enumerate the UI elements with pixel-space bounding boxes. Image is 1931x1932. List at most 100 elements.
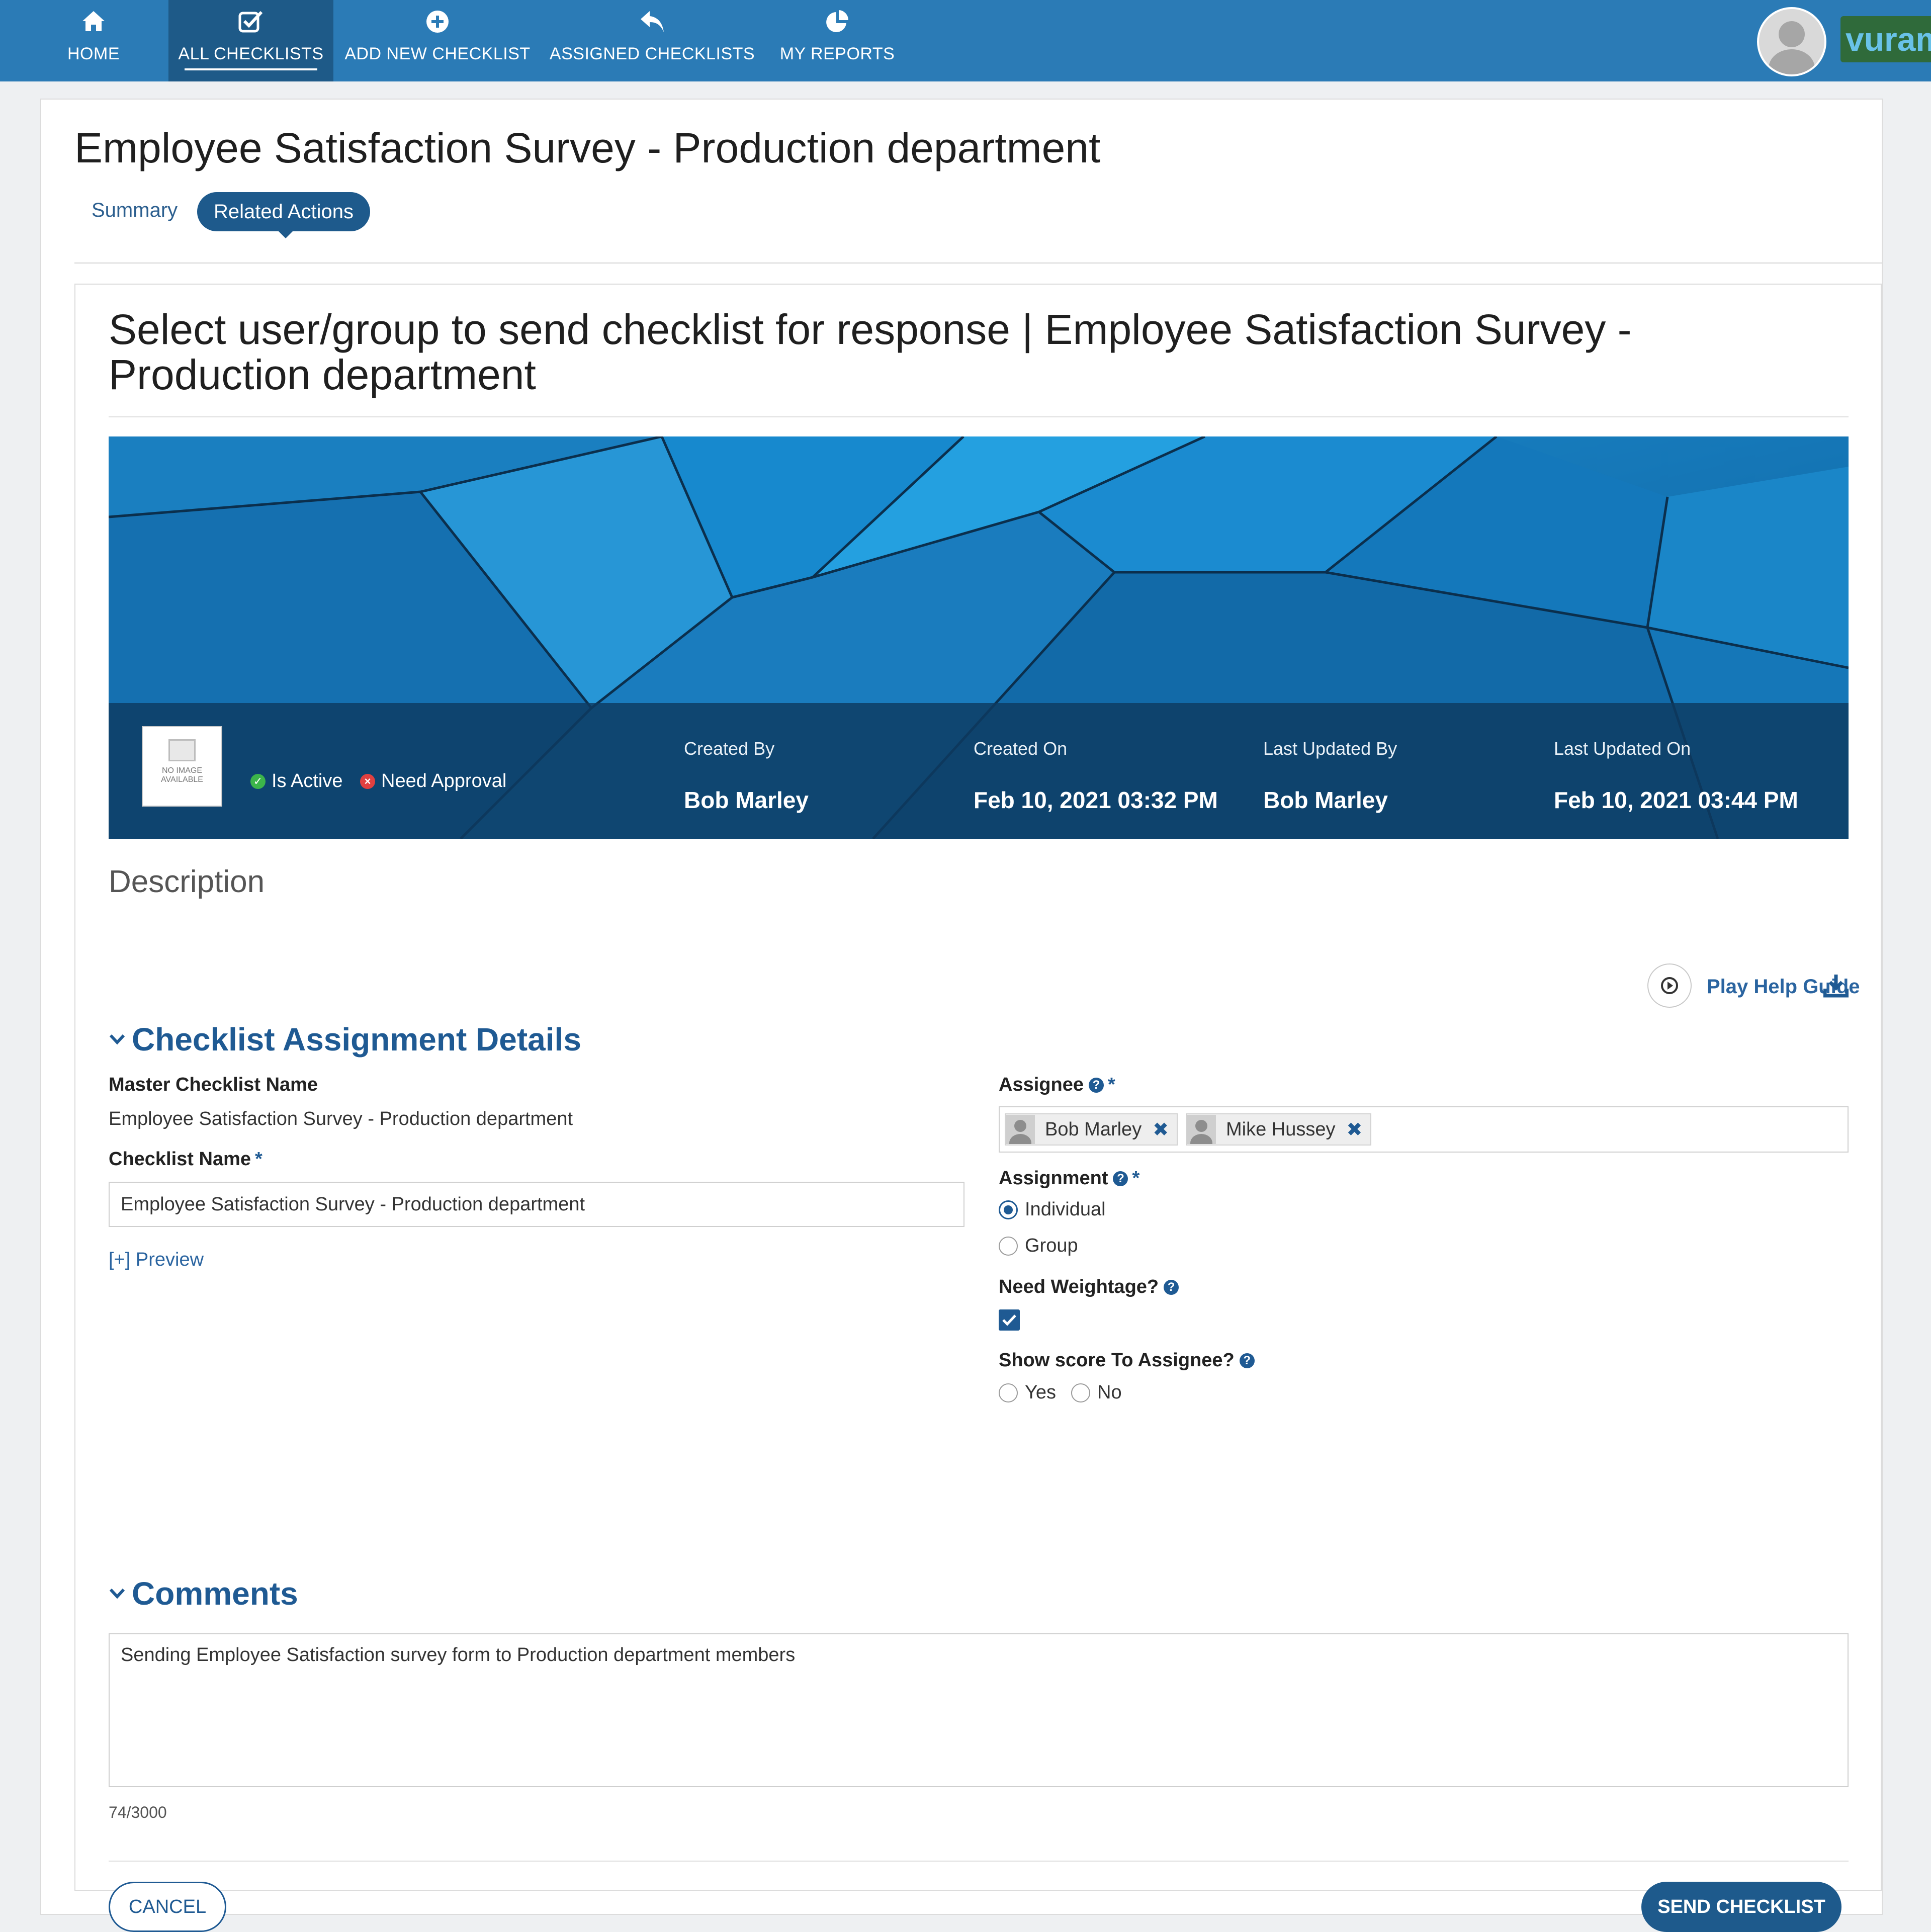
nav-assigned-checklists[interactable]: ASSIGNED CHECKLISTS (548, 0, 756, 81)
play-icon (1661, 977, 1678, 994)
top-navigation-bar: HOME ALL CHECKLISTS ADD NEW CHECKLIST AS… (0, 0, 1931, 81)
created-by-label: Created By (684, 738, 775, 759)
active-tab-notch (279, 231, 293, 238)
help-icon[interactable]: ? (1113, 1171, 1128, 1186)
divider (74, 262, 1882, 264)
comments-section-title: Comments (132, 1575, 298, 1612)
is-active-label: Is Active (272, 770, 343, 792)
download-icon[interactable] (1823, 974, 1849, 1000)
is-active-status: ✓ Is Active (250, 770, 343, 792)
character-counter: 74/3000 (109, 1803, 167, 1821)
divider (109, 416, 1849, 417)
panel-title: Select user/group to send checklist for … (109, 306, 1632, 398)
last-updated-on-label: Last Updated On (1554, 738, 1691, 759)
nav-my-reports[interactable]: MY REPORTS (774, 0, 900, 81)
nav-all-checklists[interactable]: ALL CHECKLISTS (168, 0, 333, 81)
radio-score-yes[interactable]: Yes (999, 1382, 1056, 1403)
created-on-label: Created On (974, 738, 1068, 759)
checklist-name-label: Checklist Name * (109, 1149, 262, 1170)
cancel-button[interactable]: CANCEL (109, 1882, 226, 1932)
image-placeholder-icon (168, 739, 196, 761)
checkmark-icon (1002, 1314, 1016, 1326)
description-label: Description (109, 864, 265, 899)
radio-score-no[interactable]: No (1071, 1382, 1122, 1403)
required-mark: * (1107, 1074, 1115, 1095)
radio-button[interactable] (999, 1200, 1018, 1219)
user-avatar-icon (1006, 1115, 1035, 1144)
radio-individual[interactable]: Individual (999, 1199, 1106, 1220)
need-weightage-checkbox[interactable] (999, 1309, 1020, 1331)
help-icon[interactable]: ? (1088, 1077, 1104, 1093)
need-approval-label: Need Approval (381, 770, 507, 792)
master-checklist-name-label: Master Checklist Name (109, 1074, 318, 1095)
checklist-thumbnail: NO IMAGE AVAILABLE (142, 726, 222, 807)
nav-home[interactable]: HOME (44, 0, 143, 81)
reply-icon (548, 9, 756, 34)
send-checklist-button[interactable]: SEND CHECKLIST (1641, 1882, 1841, 1932)
radio-button[interactable] (1071, 1383, 1090, 1402)
assignment-section-toggle[interactable]: Checklist Assignment Details (109, 1021, 581, 1058)
tab-summary[interactable]: Summary (92, 199, 178, 222)
user-avatar-icon (1187, 1115, 1216, 1144)
radio-button[interactable] (999, 1383, 1018, 1402)
radio-group[interactable]: Group (999, 1235, 1078, 1257)
assignment-section-title: Checklist Assignment Details (132, 1021, 581, 1058)
checklist-name-label-text: Checklist Name (109, 1149, 251, 1170)
assignee-chip-name: Mike Hussey (1226, 1118, 1336, 1140)
company-logo: vuram (1840, 16, 1931, 62)
tab-related-actions[interactable]: Related Actions (197, 192, 370, 238)
assignee-picker[interactable]: Bob Marley ✖ Mike Hussey ✖ (999, 1106, 1849, 1153)
radio-group-label: Group (1025, 1235, 1078, 1256)
divider (109, 1861, 1849, 1862)
radio-score-yes-label: Yes (1025, 1382, 1056, 1403)
comments-textarea[interactable]: Sending Employee Satisfaction survey for… (109, 1633, 1849, 1787)
last-updated-on-value: Feb 10, 2021 03:44 PM (1554, 787, 1798, 813)
need-weightage-label: Need Weightage? ? (999, 1276, 1179, 1298)
show-score-label: Show score To Assignee? ? (999, 1350, 1255, 1371)
active-tab-underline (185, 68, 317, 70)
required-mark: * (255, 1149, 262, 1170)
assignee-label-text: Assignee (999, 1074, 1084, 1095)
related-action-panel: Select user/group to send checklist for … (74, 284, 1882, 1932)
checklist-icon (168, 9, 333, 34)
need-weightage-label-text: Need Weightage? (999, 1276, 1159, 1297)
tab-related-actions-label: Related Actions (214, 201, 354, 223)
nav-add-new-checklist-label: ADD NEW CHECKLIST (344, 44, 531, 63)
show-score-label-text: Show score To Assignee? (999, 1350, 1235, 1371)
remove-assignee-icon[interactable]: ✖ (1347, 1118, 1363, 1141)
last-updated-by-value: Bob Marley (1263, 787, 1388, 813)
nav-assigned-checklists-label: ASSIGNED CHECKLISTS (549, 44, 755, 63)
last-updated-by-label: Last Updated By (1263, 738, 1397, 759)
created-by-value: Bob Marley (684, 787, 809, 813)
required-mark: * (1132, 1168, 1140, 1189)
created-on-value: Feb 10, 2021 03:32 PM (974, 787, 1218, 813)
radio-individual-label: Individual (1025, 1199, 1106, 1220)
chevron-down-icon (109, 1034, 125, 1045)
pie-chart-icon (774, 9, 900, 35)
assignment-type-label: Assignment ? * (999, 1168, 1139, 1189)
assignment-type-label-text: Assignment (999, 1168, 1108, 1189)
remove-assignee-icon[interactable]: ✖ (1153, 1118, 1169, 1141)
no-image-text: NO IMAGE AVAILABLE (161, 766, 203, 784)
master-checklist-name-value: Employee Satisfaction Survey - Productio… (109, 1108, 573, 1129)
assignee-chip: Bob Marley ✖ (1005, 1113, 1178, 1146)
page-title: Employee Satisfaction Survey - Productio… (74, 124, 1101, 171)
help-icon[interactable]: ? (1164, 1279, 1179, 1295)
nav-my-reports-label: MY REPORTS (779, 44, 895, 63)
radio-button[interactable] (999, 1236, 1018, 1256)
preview-link[interactable]: [+] Preview (109, 1249, 204, 1271)
assignee-label: Assignee ? * (999, 1074, 1115, 1096)
assignee-chip-name: Bob Marley (1045, 1118, 1142, 1140)
nav-all-checklists-label: ALL CHECKLISTS (178, 44, 324, 63)
chevron-down-icon (109, 1588, 125, 1599)
need-approval-status: × Need Approval (360, 770, 506, 792)
page-container: Employee Satisfaction Survey - Productio… (40, 99, 1883, 1932)
plus-circle-icon (342, 9, 533, 34)
user-avatar[interactable] (1757, 7, 1826, 76)
nav-home-label: HOME (67, 44, 120, 63)
help-icon[interactable]: ? (1239, 1353, 1255, 1368)
checklist-name-input[interactable]: Employee Satisfaction Survey - Productio… (109, 1182, 964, 1227)
nav-add-new-checklist[interactable]: ADD NEW CHECKLIST (342, 0, 533, 81)
comments-section-toggle[interactable]: Comments (109, 1575, 298, 1612)
play-help-button[interactable] (1647, 963, 1692, 1008)
